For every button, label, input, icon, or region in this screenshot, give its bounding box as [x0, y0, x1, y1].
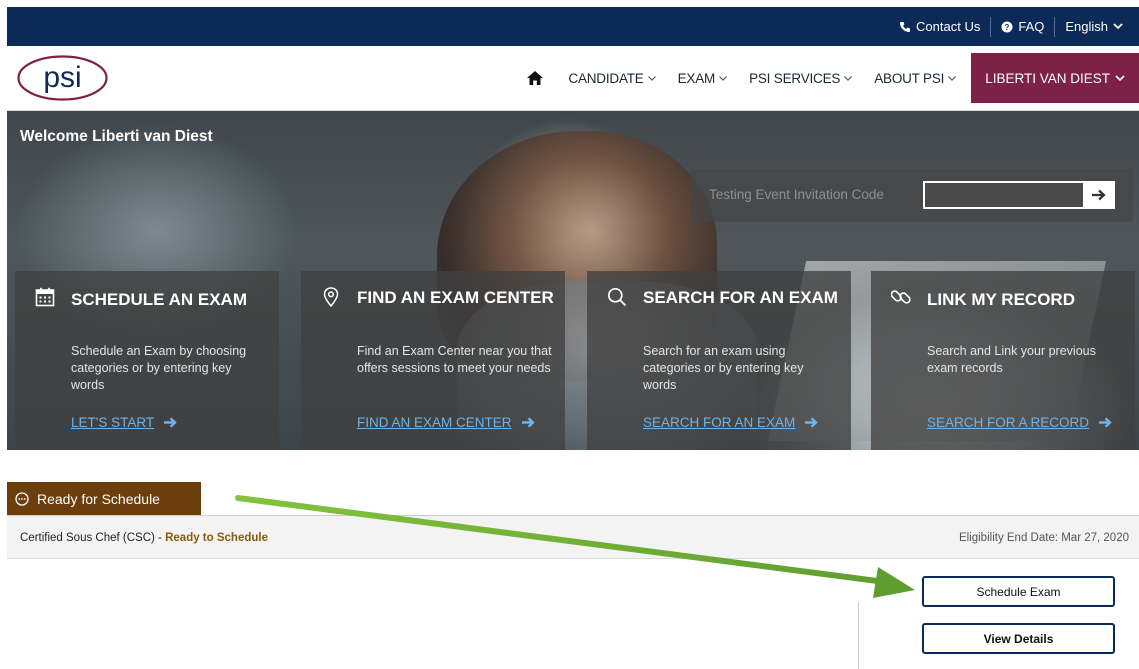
- exam-panel-header: Certified Sous Chef (CSC) - Ready to Sch…: [7, 516, 1139, 559]
- welcome-message: Welcome Liberti van Diest: [20, 128, 213, 145]
- location-pin-icon: [323, 287, 339, 307]
- ready-for-schedule-tab[interactable]: Ready for Schedule: [7, 482, 201, 515]
- lets-start-link[interactable]: LET'S START: [71, 415, 177, 430]
- chevron-down-icon: [844, 75, 853, 81]
- nav-exam-label: EXAM: [677, 70, 716, 86]
- nav-about-psi-label: ABOUT PSI: [874, 70, 945, 86]
- ellipsis-circle-icon: [15, 491, 29, 506]
- eligibility-end-date: Eligibility End Date: Mar 27, 2020: [958, 532, 1129, 544]
- view-details-button[interactable]: View Details: [922, 623, 1115, 654]
- nav-about-psi[interactable]: ABOUT PSI: [863, 46, 967, 110]
- arrow-right-icon: [521, 417, 535, 428]
- card-cta-label: SEARCH FOR AN EXAM: [643, 415, 796, 430]
- question-circle-icon: ?: [1001, 21, 1013, 32]
- invitation-code-box: Testing Event Invitation Code: [691, 169, 1133, 222]
- user-name-label: LIBERTI VAN DIEST: [985, 70, 1110, 86]
- nav-exam[interactable]: EXAM: [667, 46, 738, 110]
- chevron-down-icon: [719, 75, 728, 81]
- card-cta-label: SEARCH FOR A RECORD: [927, 415, 1090, 430]
- home-link[interactable]: [513, 46, 557, 110]
- card-description: Schedule an Exam by choosing categories …: [71, 344, 247, 392]
- card-cta-label: FIND AN EXAM CENTER: [357, 415, 512, 430]
- card-link-record: LINK MY RECORD Search and Link your prev…: [871, 271, 1135, 450]
- contact-us-link[interactable]: Contact Us: [889, 19, 990, 34]
- main-nav: psi CANDIDATE EXAM PSI SERVICES ABOUT PS…: [7, 46, 1139, 111]
- nav-psi-services-label: PSI SERVICES: [749, 70, 841, 86]
- panel-divider: [858, 602, 859, 669]
- card-description: Search and Link your previous exam recor…: [927, 344, 1096, 375]
- utility-links: Contact Us ? FAQ English: [889, 7, 1133, 46]
- user-menu-button[interactable]: LIBERTI VAN DIEST: [971, 53, 1139, 103]
- chevron-down-icon: [1113, 23, 1123, 30]
- exam-panel: Certified Sous Chef (CSC) - Ready to Sch…: [7, 515, 1139, 669]
- card-cta-label: LET'S START: [71, 415, 155, 430]
- faq-link[interactable]: ? FAQ: [991, 19, 1054, 34]
- nav-psi-services[interactable]: PSI SERVICES: [738, 46, 863, 110]
- arrow-right-icon: [805, 417, 819, 428]
- find-exam-center-link[interactable]: FIND AN EXAM CENTER: [357, 415, 535, 430]
- card-find-exam-center: FIND AN EXAM CENTER Find an Exam Center …: [301, 271, 565, 450]
- card-description: Find an Exam Center near you that offers…: [357, 344, 552, 375]
- nav-candidate[interactable]: CANDIDATE: [557, 46, 666, 110]
- link-icon: [891, 290, 911, 304]
- invitation-code-input[interactable]: [923, 181, 1083, 209]
- svg-text:?: ?: [1005, 23, 1010, 32]
- nav-items: CANDIDATE EXAM PSI SERVICES ABOUT PSI LI…: [513, 46, 1139, 110]
- nav-candidate-label: CANDIDATE: [568, 70, 644, 86]
- schedule-exam-button[interactable]: Schedule Exam: [922, 576, 1115, 607]
- language-select[interactable]: English: [1055, 19, 1133, 34]
- logo-text: psi: [43, 61, 81, 94]
- chevron-down-icon: [1115, 75, 1125, 81]
- card-search-exam: SEARCH FOR AN EXAM Search for an exam us…: [587, 271, 851, 450]
- arrow-right-icon: [1099, 417, 1112, 428]
- language-label: English: [1065, 19, 1108, 34]
- search-for-record-link[interactable]: SEARCH FOR A RECORD: [927, 415, 1112, 430]
- calendar-icon: [35, 287, 55, 307]
- card-schedule-exam: SCHEDULE AN EXAM Schedule an Exam by cho…: [15, 271, 279, 450]
- exam-separator: -: [154, 532, 166, 544]
- psi-logo[interactable]: psi: [16, 54, 109, 102]
- invitation-code-submit[interactable]: [1083, 181, 1115, 209]
- card-title: LINK MY RECORD: [927, 290, 1075, 309]
- card-title: SEARCH FOR AN EXAM: [643, 288, 838, 307]
- card-title: FIND AN EXAM CENTER: [357, 288, 554, 307]
- home-icon: [527, 71, 544, 85]
- utility-bar: Contact Us ? FAQ English: [7, 7, 1139, 46]
- phone-icon: [900, 21, 911, 32]
- arrow-right-icon: [1092, 189, 1106, 201]
- invitation-code-label: Testing Event Invitation Code: [709, 187, 884, 202]
- contact-us-label: Contact Us: [916, 19, 981, 34]
- exam-name: Certified Sous Chef (CSC): [20, 532, 155, 544]
- card-title: SCHEDULE AN EXAM: [71, 290, 247, 309]
- status-badge: Ready to Schedule: [165, 532, 268, 544]
- chevron-down-icon: [948, 75, 957, 81]
- card-description: Search for an exam using categories or b…: [643, 344, 804, 392]
- arrow-right-icon: [164, 417, 177, 428]
- chevron-down-icon: [647, 75, 656, 81]
- ready-tab-label: Ready for Schedule: [37, 490, 160, 507]
- hero-banner: Welcome Liberti van Diest Testing Event …: [7, 111, 1139, 450]
- search-icon: [607, 287, 627, 307]
- search-for-exam-link[interactable]: SEARCH FOR AN EXAM: [643, 415, 819, 430]
- faq-label: FAQ: [1018, 19, 1045, 34]
- exam-title: Certified Sous Chef (CSC) - Ready to Sch…: [20, 532, 268, 544]
